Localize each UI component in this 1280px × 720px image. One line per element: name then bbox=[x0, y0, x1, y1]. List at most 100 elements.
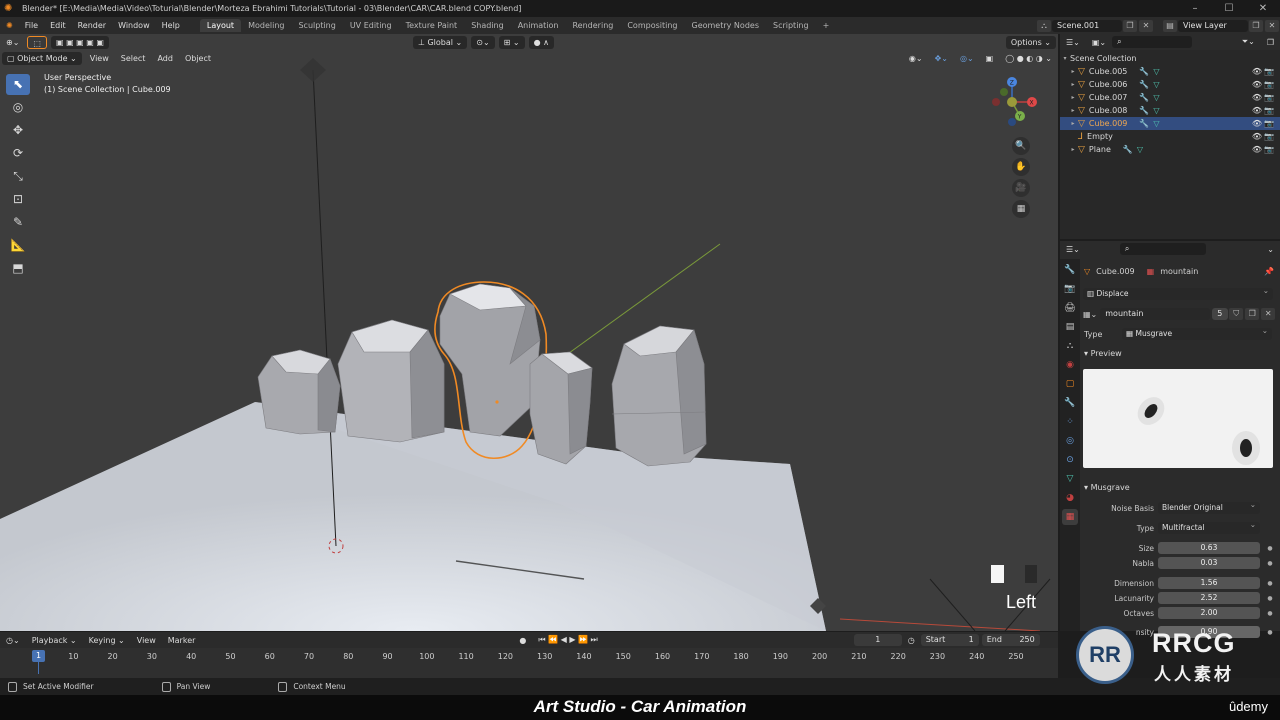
texture-tab-icon[interactable]: ▦ bbox=[1062, 509, 1078, 525]
menu-select[interactable]: Select bbox=[115, 54, 152, 63]
musgrave-type-dropdown[interactable]: Multifractal bbox=[1158, 519, 1260, 534]
mesh-data-icon[interactable]: ▽ bbox=[1153, 80, 1159, 89]
menu-marker[interactable]: Marker bbox=[162, 636, 202, 645]
expand-icon[interactable]: ▸ bbox=[1068, 146, 1078, 153]
menu-render[interactable]: Render bbox=[72, 21, 112, 30]
pin-icon[interactable]: 📌 bbox=[1264, 267, 1274, 276]
ortho-grid-icon[interactable]: ▦ bbox=[1012, 200, 1030, 218]
modifier-icon[interactable]: 🔧 bbox=[1139, 119, 1149, 128]
keyframe-dot-icon[interactable]: ● bbox=[1266, 610, 1274, 617]
editor-type-icon[interactable]: ☰⌄ bbox=[1060, 38, 1086, 47]
outliner-item[interactable]: ▸ ▽ Cube.006 🔧 ▽ 👁 📷 bbox=[1060, 78, 1280, 91]
menu-edit[interactable]: Edit bbox=[44, 21, 72, 30]
eye-icon[interactable]: 👁 bbox=[1252, 106, 1262, 115]
expand-icon[interactable]: ▸ bbox=[1068, 107, 1078, 114]
options-dropdown[interactable]: Options ⌄ bbox=[1005, 35, 1056, 49]
workspace-tab-shading[interactable]: Shading bbox=[464, 19, 511, 32]
add-cube-tool-icon[interactable]: ⬒ bbox=[6, 258, 30, 279]
menu-playback[interactable]: Playback ⌄ bbox=[26, 636, 83, 645]
eye-icon[interactable]: 👁 bbox=[1252, 145, 1262, 154]
mesh-data-icon[interactable]: ▽ bbox=[1153, 119, 1159, 128]
camera-view-icon[interactable]: 🎥 bbox=[1012, 179, 1030, 197]
workspace-tab-geometry-nodes[interactable]: Geometry Nodes bbox=[685, 19, 766, 32]
keyframe-dot-icon[interactable]: ● bbox=[1266, 580, 1274, 587]
transform-pivot-icon[interactable]: ⊕⌄ bbox=[0, 38, 25, 47]
scale-tool-icon[interactable]: ⤡ bbox=[6, 166, 30, 187]
cursor-tool-icon[interactable]: ◎ bbox=[6, 97, 30, 118]
move-tool-icon[interactable]: ✥ bbox=[6, 120, 30, 141]
eye-icon[interactable]: 👁 bbox=[1252, 132, 1262, 141]
render-tab-icon[interactable]: 📷 bbox=[1062, 281, 1078, 297]
add-workspace-button[interactable]: + bbox=[816, 19, 837, 32]
eye-icon[interactable]: 👁 bbox=[1252, 67, 1262, 76]
tool-tab-icon[interactable]: 🔧 bbox=[1062, 262, 1078, 278]
workspace-tab-rendering[interactable]: Rendering bbox=[565, 19, 620, 32]
view-layer-new-icon[interactable]: ❐ bbox=[1249, 19, 1263, 32]
playhead[interactable]: 1 bbox=[32, 650, 45, 662]
outliner-item[interactable]: ⅃ Empty 👁 📷 bbox=[1060, 130, 1280, 143]
render-camera-icon[interactable]: 📷 bbox=[1264, 145, 1274, 154]
unlink-icon[interactable]: ✕ bbox=[1261, 308, 1276, 320]
scene-remove-icon[interactable]: ✕ bbox=[1139, 19, 1153, 32]
mesh-data-icon[interactable]: ▽ bbox=[1153, 93, 1159, 102]
render-camera-icon[interactable]: 📷 bbox=[1264, 80, 1274, 89]
menu-keying[interactable]: Keying ⌄ bbox=[83, 636, 131, 645]
mesh-data-icon[interactable]: ▽ bbox=[1153, 67, 1159, 76]
menu-add[interactable]: Add bbox=[151, 54, 179, 63]
fake-user-icon[interactable]: ⛉ bbox=[1229, 308, 1244, 320]
mode-dropdown[interactable]: ▢ Object Mode ⌄ bbox=[2, 52, 82, 65]
outliner-search-input[interactable]: ⌕ bbox=[1112, 36, 1193, 48]
render-camera-icon[interactable]: 📷 bbox=[1264, 132, 1274, 141]
menu-object[interactable]: Object bbox=[179, 54, 217, 63]
annotate-tool-icon[interactable]: ✎ bbox=[6, 212, 30, 233]
select-tool-icon[interactable]: ⬉ bbox=[6, 74, 30, 95]
render-camera-icon[interactable]: 📷 bbox=[1264, 119, 1274, 128]
nabla-field[interactable]: 0.03 bbox=[1158, 557, 1260, 569]
end-frame-field[interactable]: End 250 bbox=[981, 634, 1040, 646]
workspace-tab-animation[interactable]: Animation bbox=[511, 19, 566, 32]
rotate-tool-icon[interactable]: ⟳ bbox=[6, 143, 30, 164]
workspace-tab-compositing[interactable]: Compositing bbox=[620, 19, 684, 32]
eye-icon[interactable]: 👁 bbox=[1252, 93, 1262, 102]
view-layer-tab-icon[interactable]: ▤ bbox=[1062, 319, 1078, 335]
lacunarity-field[interactable]: 2.52 bbox=[1158, 592, 1260, 604]
texture-context-dropdown[interactable]: ▥ Displace bbox=[1083, 285, 1273, 300]
duplicate-icon[interactable]: ❐ bbox=[1245, 308, 1260, 320]
menu-file[interactable]: File bbox=[19, 21, 44, 30]
editor-type-icon[interactable]: ◷⌄ bbox=[0, 636, 26, 645]
material-tab-icon[interactable]: ◕ bbox=[1062, 490, 1078, 506]
render-camera-icon[interactable]: 📷 bbox=[1264, 93, 1274, 102]
users-count[interactable]: 5 bbox=[1212, 308, 1229, 320]
scene-name-field[interactable]: Scene.001 bbox=[1052, 19, 1122, 32]
timeline-ruler[interactable]: 1 10 20 30 40 50 60 70 80 90 100 110 120 130 140 150 16… bbox=[0, 648, 1058, 678]
new-collection-icon[interactable]: ❐ bbox=[1261, 38, 1280, 47]
keyframe-dot-icon[interactable]: ● bbox=[1266, 560, 1274, 567]
keyframe-dot-icon[interactable]: ● bbox=[1266, 595, 1274, 602]
pan-hand-icon[interactable]: ✋ bbox=[1012, 158, 1030, 176]
preview-panel-header[interactable]: ▾ Preview bbox=[1080, 347, 1280, 361]
transform-orientation-dropdown[interactable]: ⊥ Global ⌄ bbox=[412, 35, 468, 49]
outliner-item[interactable]: ▸ ▽ Cube.007 🔧 ▽ 👁 📷 bbox=[1060, 91, 1280, 104]
pivot-point-dropdown[interactable]: ⊙⌄ bbox=[471, 35, 495, 49]
view-layer-field[interactable]: View Layer bbox=[1178, 19, 1248, 32]
expand-icon[interactable]: ▸ bbox=[1068, 81, 1078, 88]
workspace-tab-scripting[interactable]: Scripting bbox=[766, 19, 816, 32]
eye-icon[interactable]: 👁 bbox=[1252, 119, 1262, 128]
modifier-tab-icon[interactable]: 🔧 bbox=[1062, 395, 1078, 411]
modifier-icon[interactable]: 🔧 bbox=[1139, 93, 1149, 102]
scene-tab-icon[interactable]: ⛬ bbox=[1062, 338, 1078, 354]
modifier-icon[interactable]: 🔧 bbox=[1139, 106, 1149, 115]
expand-icon[interactable]: ▸ bbox=[1068, 94, 1078, 101]
measure-tool-icon[interactable]: 📐 bbox=[6, 235, 30, 256]
workspace-tab-texture-paint[interactable]: Texture Paint bbox=[399, 19, 465, 32]
workspace-tab-sculpting[interactable]: Sculpting bbox=[291, 19, 342, 32]
particles-tab-icon[interactable]: ⁘ bbox=[1062, 414, 1078, 430]
scene-new-icon[interactable]: ❐ bbox=[1123, 19, 1137, 32]
overlay-toggle-icon[interactable]: ◎⌄ bbox=[954, 54, 980, 63]
workspace-tab-layout[interactable]: Layout bbox=[199, 19, 242, 32]
start-frame-field[interactable]: Start 1 bbox=[920, 634, 979, 646]
close-button[interactable]: ✕ bbox=[1246, 0, 1280, 17]
preview-range-icon[interactable]: ◷ bbox=[902, 636, 921, 645]
texture-type-dropdown[interactable]: ▦ Musgrave bbox=[1122, 325, 1272, 340]
world-tab-icon[interactable]: ◉ bbox=[1062, 357, 1078, 373]
